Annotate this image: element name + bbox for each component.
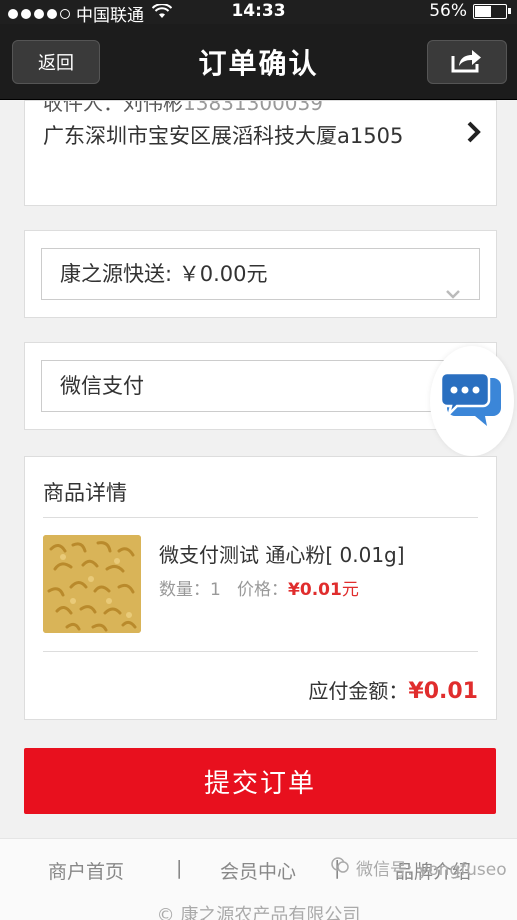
- battery-group: 56%: [429, 1, 511, 21]
- recipient-line: 收件人：刘伟彬13831300039: [43, 100, 323, 116]
- payment-select[interactable]: 微信支付: [41, 360, 480, 412]
- price-label: 价格：: [237, 580, 289, 600]
- product-name[interactable]: 微支付测试 通心粉[ 0.01g]: [159, 539, 405, 568]
- total-amount: ¥0.01: [408, 679, 478, 704]
- payment-value: 微信支付: [60, 374, 144, 398]
- navigation-bar: 返回 订单确认: [0, 24, 517, 100]
- goods-card: 商品详情 微支付测试 通心粉[ 0.01g] 数量：1 价格：¥0.01元 应付…: [24, 456, 497, 720]
- chat-button[interactable]: [430, 346, 514, 456]
- product-price: ¥0.01: [288, 580, 342, 600]
- price-unit: 元: [341, 580, 359, 600]
- wechat-icon: [330, 856, 350, 879]
- watermark-text: 微信号: yongfuseo: [356, 860, 507, 880]
- footer-link-home[interactable]: 商户首页: [48, 857, 124, 884]
- product-thumbnail[interactable]: [43, 535, 141, 633]
- total-label: 应付金额：: [308, 679, 409, 703]
- shipping-card: 康之源快送: ￥0.00元: [24, 230, 497, 318]
- battery-percent: 56%: [429, 1, 467, 21]
- chevron-right-icon: [466, 121, 482, 147]
- product-meta: 数量：1 价格：¥0.01元: [159, 575, 359, 600]
- total-amount-row: 应付金额：¥0.01: [308, 675, 478, 704]
- divider: [43, 517, 478, 518]
- watermark: 微信号: yongfuseo: [330, 855, 507, 880]
- goods-section-title: 商品详情: [43, 481, 127, 505]
- address-text: 广东深圳市宝安区展滔科技大厦a1505: [43, 124, 404, 148]
- shipping-value: 康之源快送: ￥0.00元: [60, 262, 268, 286]
- recipient-phone: 13831300039: [183, 100, 323, 115]
- footer-separator: |: [176, 857, 183, 879]
- battery-icon: [473, 3, 511, 19]
- payment-card: 微信支付: [24, 342, 497, 430]
- footer-link-member[interactable]: 会员中心: [220, 857, 296, 884]
- copyright: © 康之源农产品有限公司: [156, 905, 361, 920]
- chat-icon: [439, 370, 503, 432]
- submit-order-button[interactable]: 提交订单: [24, 748, 496, 814]
- address-card[interactable]: 收件人：刘伟彬13831300039 广东深圳市宝安区展滔科技大厦a1505: [24, 100, 497, 206]
- recipient-label: 收件人：刘伟彬: [43, 100, 183, 115]
- shipping-select[interactable]: 康之源快送: ￥0.00元: [41, 248, 480, 300]
- status-bar: 中国联通 14:33 56%: [0, 0, 517, 26]
- divider: [43, 651, 478, 652]
- share-button[interactable]: [427, 40, 507, 84]
- product-quantity: 数量：1: [159, 580, 221, 600]
- share-icon: [450, 46, 484, 78]
- chevron-down-icon: [445, 267, 461, 317]
